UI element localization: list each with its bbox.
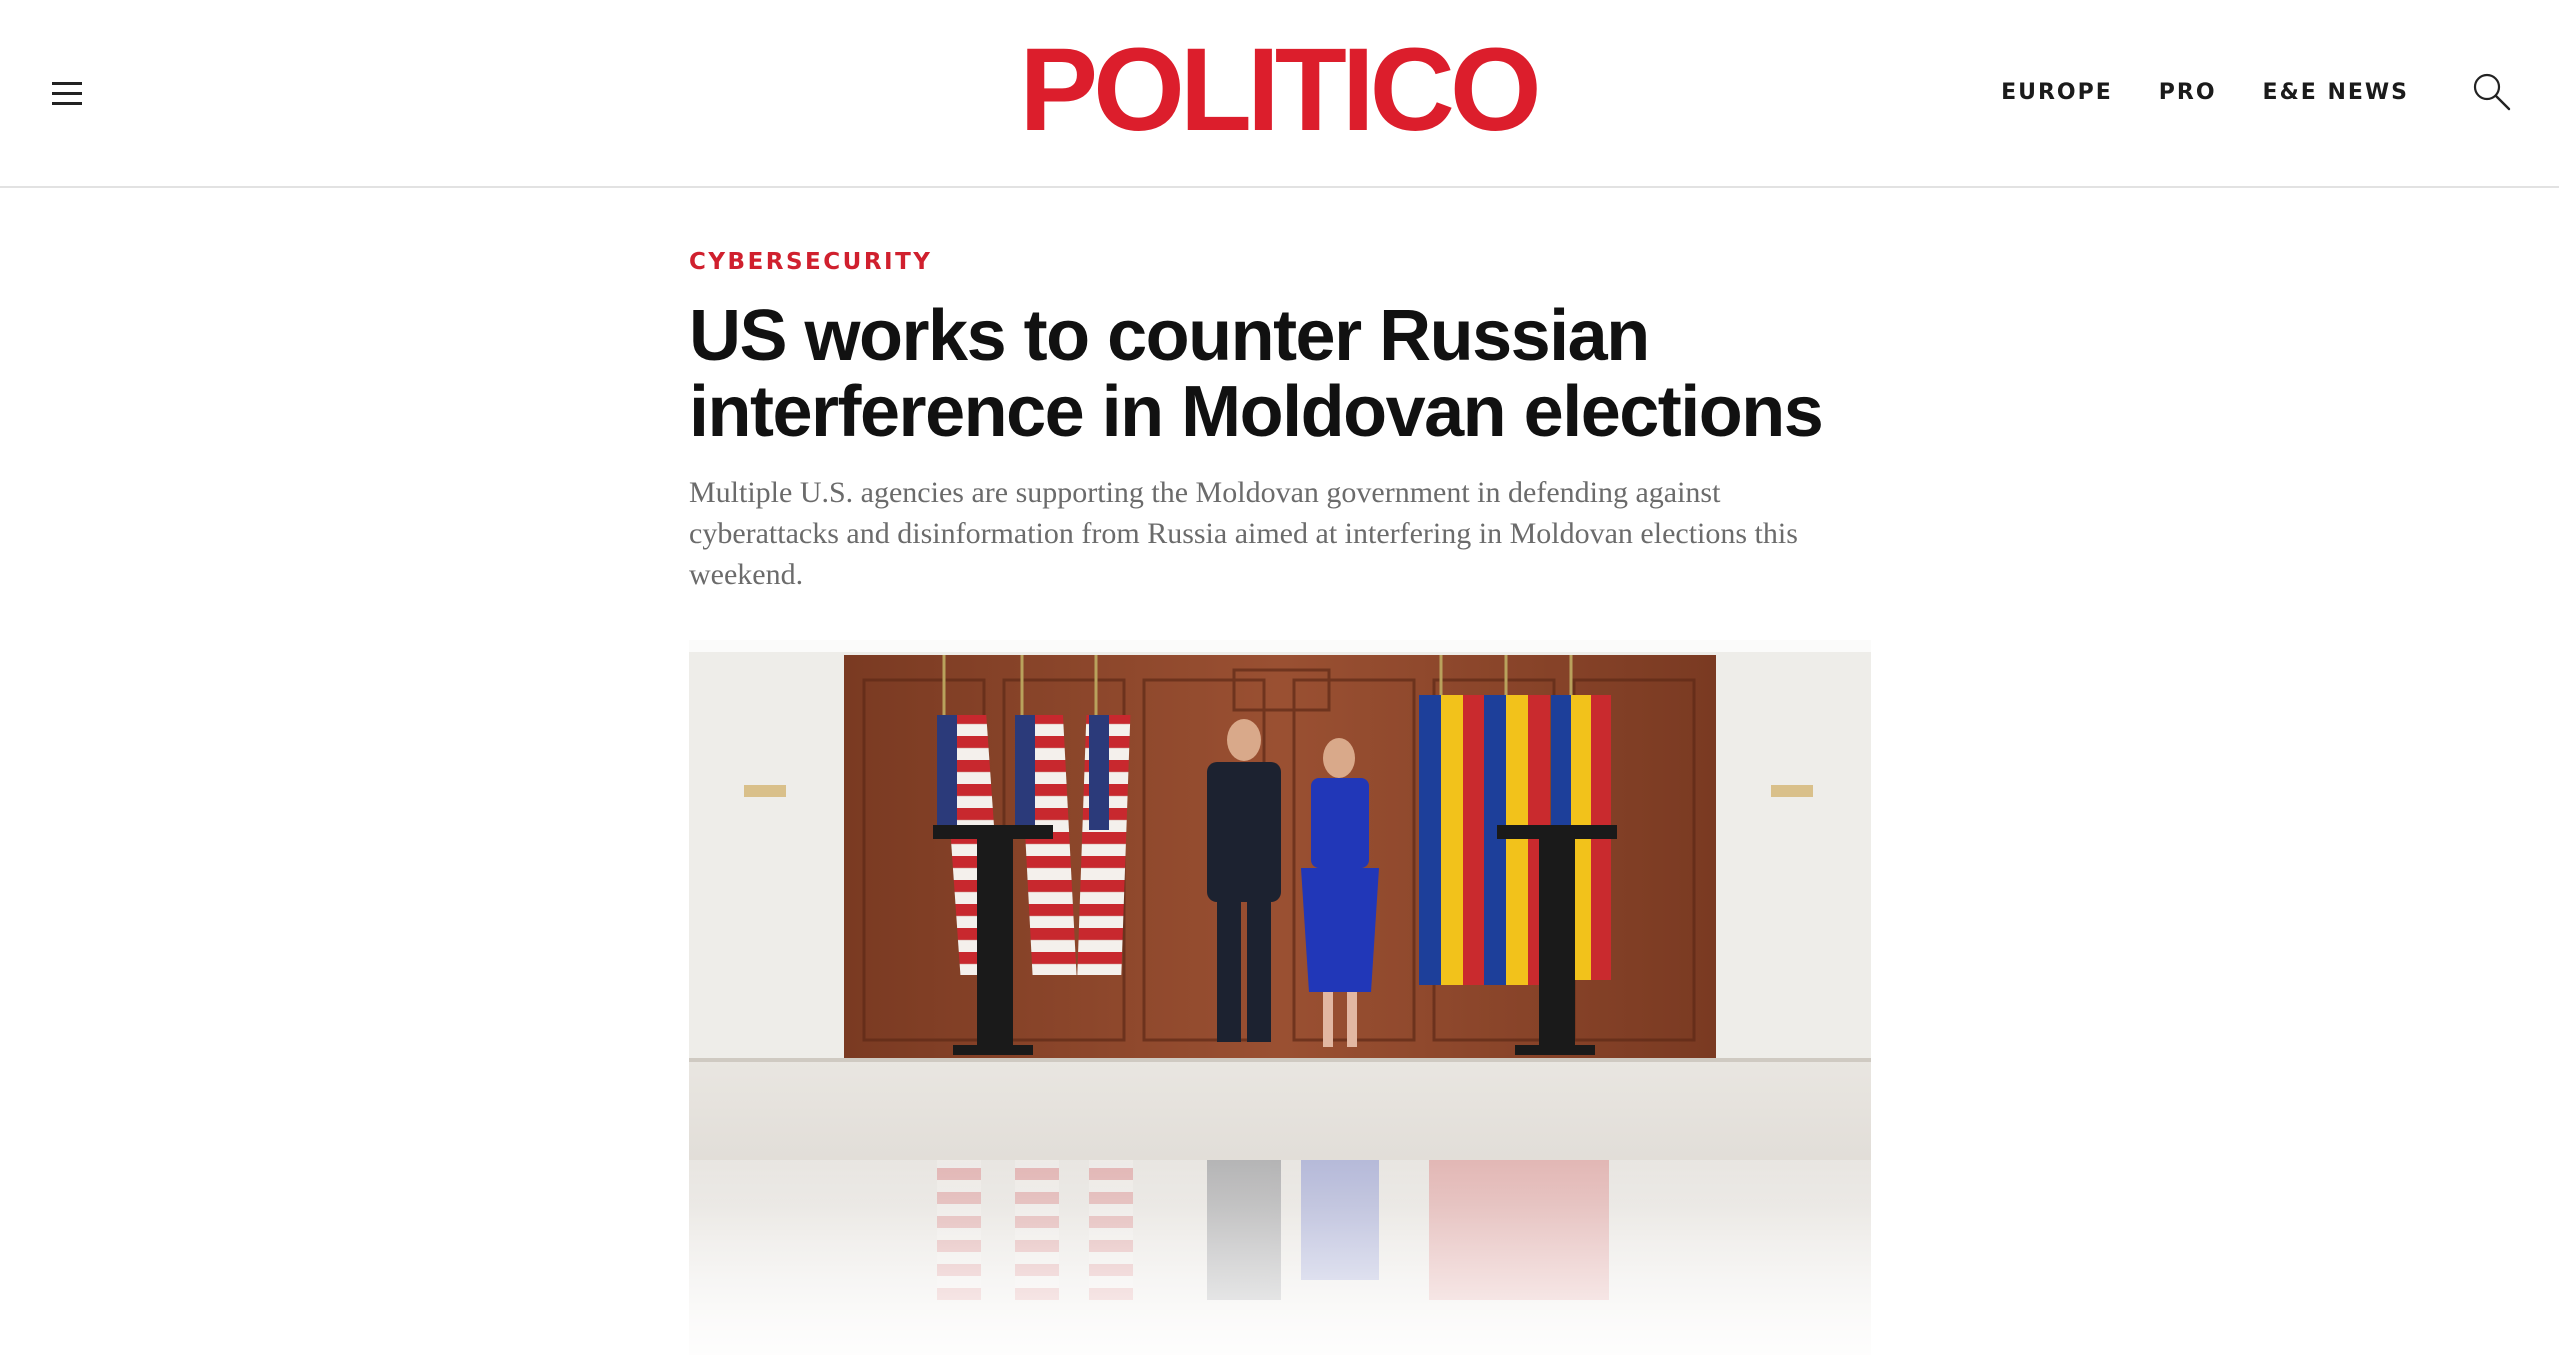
article-dek: Multiple U.S. agencies are supporting th… [689,476,1798,591]
nav-link-pro[interactable]: PRO [2159,72,2217,114]
site-header: POLITICO EUROPE PRO E&E NEWS [0,0,2559,188]
article: CYBERSECURITY US works to counter Russia… [689,248,1871,595]
lead-photo [689,640,1871,1355]
nav-link-ee-news[interactable]: E&E NEWS [2263,72,2409,114]
section-kicker[interactable]: CYBERSECURITY [689,248,932,276]
hamburger-menu-icon[interactable] [50,78,86,110]
menu-line [52,92,82,95]
top-nav: EUROPE PRO E&E NEWS [2001,72,2409,114]
nav-link-europe[interactable]: EUROPE [2001,72,2113,114]
menu-line [52,82,82,85]
article-headline: US works to counter Russian interference… [689,296,1824,452]
politico-logo[interactable]: POLITICO [1019,30,1541,150]
lead-photo-image [689,640,1871,1355]
menu-line [52,102,82,105]
search-icon[interactable] [2469,70,2513,114]
